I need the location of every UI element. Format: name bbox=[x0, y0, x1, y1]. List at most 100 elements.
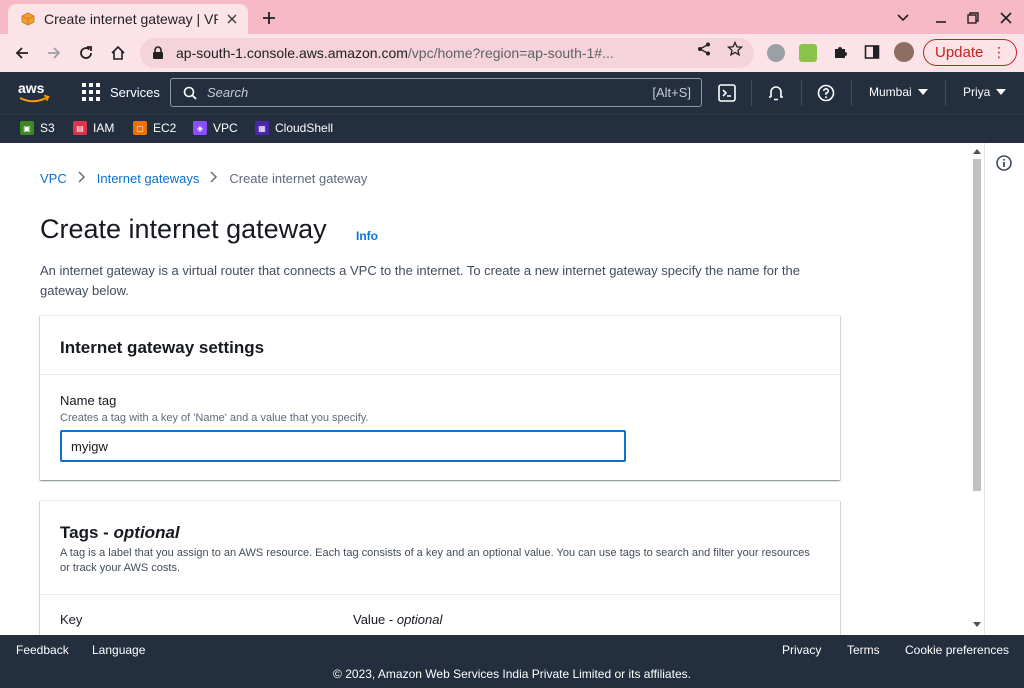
value-header-optional: optional bbox=[396, 612, 443, 627]
bookmark-star-icon[interactable] bbox=[727, 41, 743, 57]
ec2-icon: ▢ bbox=[133, 121, 147, 135]
name-tag-description: Creates a tag with a key of 'Name' and a… bbox=[60, 412, 369, 424]
s3-icon: ▣ bbox=[20, 121, 34, 135]
favorite-s3[interactable]: ▣ S3 bbox=[20, 121, 55, 135]
tags-description: A tag is a label that you assign to an A… bbox=[60, 547, 810, 574]
name-tag-input[interactable] bbox=[60, 430, 626, 462]
bell-icon[interactable] bbox=[766, 83, 786, 103]
breadcrumb: VPC Internet gateways Create internet ga… bbox=[40, 171, 367, 186]
favorites-bar: ▣ S3 ▤ IAM ▢ EC2 ◈ VPC ▦ CloudShell bbox=[0, 114, 1024, 143]
favorite-iam[interactable]: ▤ IAM bbox=[73, 121, 114, 135]
caret-down-icon bbox=[996, 89, 1007, 95]
favorite-vpc[interactable]: ◈ VPC bbox=[193, 121, 238, 135]
window-close-icon[interactable] bbox=[995, 7, 1017, 29]
search-shortcut: [Alt+S] bbox=[652, 85, 691, 100]
favorite-cloudshell[interactable]: ▦ CloudShell bbox=[255, 121, 333, 135]
breadcrumb-vpc[interactable]: VPC bbox=[40, 171, 67, 186]
favorite-label: CloudShell bbox=[275, 121, 334, 135]
browser-toolbar: ap-south-1.console.aws.amazon.com/vpc/ho… bbox=[0, 34, 1024, 72]
footer-feedback[interactable]: Feedback bbox=[16, 643, 69, 657]
footer-terms[interactable]: Terms bbox=[847, 643, 880, 657]
account-menu[interactable]: Priya bbox=[963, 85, 1007, 99]
cloudshell-icon: ▦ bbox=[255, 121, 269, 135]
aws-cube-icon bbox=[20, 11, 36, 27]
user-label: Priya bbox=[963, 85, 991, 99]
side-panel-icon[interactable] bbox=[864, 44, 880, 60]
tab-search-icon[interactable] bbox=[892, 7, 914, 29]
close-icon[interactable] bbox=[224, 11, 240, 27]
scroll-up-arrow-icon[interactable] bbox=[973, 147, 981, 155]
footer-cookie-preferences[interactable]: Cookie preferences bbox=[905, 643, 1009, 657]
value-header-text: Value - bbox=[353, 612, 397, 627]
vpc-icon: ◈ bbox=[193, 121, 207, 135]
chevron-right-icon bbox=[78, 171, 86, 186]
aws-logo[interactable]: aws bbox=[18, 80, 50, 106]
nav-divider bbox=[751, 80, 752, 106]
aws-top-nav: aws Services Search [Alt+S] Mumbai Priya bbox=[0, 72, 1024, 114]
url-path: /vpc/home?region=ap-south-1#... bbox=[407, 45, 614, 61]
info-circle-icon[interactable] bbox=[996, 155, 1012, 171]
card-divider bbox=[40, 374, 840, 375]
profile-avatar[interactable] bbox=[894, 42, 914, 62]
region-selector[interactable]: Mumbai bbox=[869, 85, 928, 99]
settings-card-header: Internet gateway settings bbox=[60, 338, 265, 357]
breadcrumb-current: Create internet gateway bbox=[229, 171, 368, 186]
page-scrollbar[interactable] bbox=[970, 143, 984, 635]
footer-privacy[interactable]: Privacy bbox=[782, 643, 821, 657]
chevron-right-icon bbox=[210, 171, 218, 186]
caret-down-icon bbox=[917, 89, 928, 95]
extensions-puzzle-icon[interactable] bbox=[832, 44, 848, 60]
back-icon[interactable] bbox=[10, 41, 34, 65]
minimize-icon[interactable] bbox=[930, 7, 952, 29]
cloudshell-icon[interactable] bbox=[717, 83, 737, 103]
home-icon[interactable] bbox=[106, 41, 130, 65]
forward-icon[interactable] bbox=[42, 41, 66, 65]
grid-icon bbox=[82, 83, 100, 101]
scroll-down-arrow-icon[interactable] bbox=[973, 621, 981, 629]
search-icon bbox=[183, 86, 197, 100]
browser-tab[interactable]: Create internet gateway | VPC bbox=[8, 4, 248, 34]
new-tab-icon[interactable] bbox=[258, 7, 280, 29]
breadcrumb-internet-gateways[interactable]: Internet gateways bbox=[97, 171, 200, 186]
tag-value-column-header: Value - optional bbox=[353, 612, 442, 627]
search-placeholder: Search bbox=[207, 85, 249, 100]
aws-footer: Feedback Language Privacy Terms Cookie p… bbox=[0, 635, 1024, 688]
reload-icon[interactable] bbox=[74, 41, 98, 65]
extension-hat-icon[interactable] bbox=[767, 44, 785, 62]
region-label: Mumbai bbox=[869, 85, 912, 99]
address-bar[interactable]: ap-south-1.console.aws.amazon.com/vpc/ho… bbox=[140, 38, 754, 68]
page-description: An internet gateway is a virtual router … bbox=[40, 263, 800, 298]
tab-title: Create internet gateway | VPC bbox=[44, 11, 218, 27]
share-icon[interactable] bbox=[696, 41, 712, 57]
scrollbar-thumb[interactable] bbox=[973, 159, 981, 491]
main-content: VPC Internet gateways Create internet ga… bbox=[0, 143, 984, 635]
favorite-label: EC2 bbox=[153, 121, 177, 135]
nav-divider bbox=[851, 80, 852, 106]
tags-header-optional: optional bbox=[113, 523, 180, 542]
tags-header-text: Tags - bbox=[60, 523, 114, 542]
update-button[interactable]: Update ⋮ bbox=[923, 39, 1017, 66]
footer-language[interactable]: Language bbox=[92, 643, 145, 657]
favorite-ec2[interactable]: ▢ EC2 bbox=[133, 121, 176, 135]
aws-search-input[interactable]: Search [Alt+S] bbox=[170, 78, 702, 107]
svg-text:aws: aws bbox=[18, 80, 45, 96]
update-label: Update bbox=[935, 44, 984, 61]
info-link[interactable]: Info bbox=[356, 229, 378, 243]
services-label: Services bbox=[110, 84, 160, 100]
help-panel-rail bbox=[984, 143, 1024, 635]
help-icon[interactable] bbox=[816, 83, 836, 103]
more-vertical-icon[interactable]: ⋮ bbox=[992, 44, 1006, 61]
services-menu[interactable]: Services bbox=[82, 83, 160, 101]
favorite-label: S3 bbox=[40, 121, 55, 135]
favorite-label: IAM bbox=[93, 121, 115, 135]
internet-gateway-settings-card: Internet gateway settings Name tag Creat… bbox=[40, 315, 840, 480]
card-divider bbox=[40, 594, 840, 595]
tags-card-header: Tags - optional bbox=[60, 523, 180, 543]
page-title: Create internet gateway bbox=[40, 214, 327, 244]
restore-icon[interactable] bbox=[962, 7, 984, 29]
lock-icon[interactable] bbox=[152, 46, 166, 60]
tags-card: Tags - optional A tag is a label that yo… bbox=[40, 500, 840, 635]
name-tag-label: Name tag bbox=[60, 393, 117, 408]
favorite-label: VPC bbox=[213, 121, 238, 135]
extension-plant-icon[interactable] bbox=[799, 44, 817, 62]
